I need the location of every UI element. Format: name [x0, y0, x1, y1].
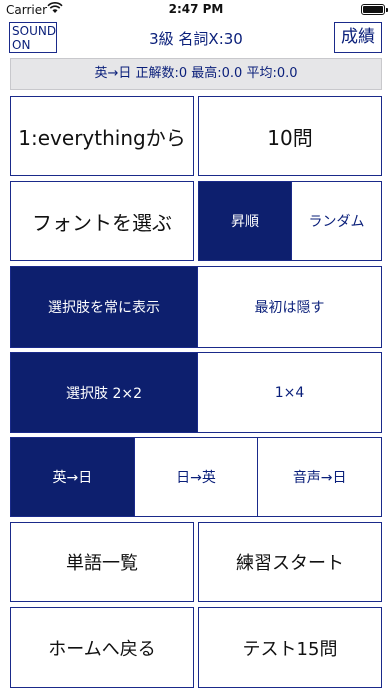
score-button[interactable]: 成績 [334, 22, 382, 53]
battery-icon [361, 4, 388, 15]
page-title: 3級 名詞X:30 [149, 30, 243, 48]
test-label: テスト15問 [242, 638, 338, 660]
question-count-button[interactable]: 10問 [198, 96, 382, 176]
start-from-label: 1:everythingから [18, 125, 186, 150]
choices-hide-first-option[interactable]: 最初は隠す [197, 267, 381, 347]
sound-label-line1: SOUND [12, 24, 57, 38]
choices-layout-toggle: 選択肢 2×2 1×4 [10, 352, 382, 433]
practice-start-label: 練習スタート [236, 553, 344, 574]
start-from-button[interactable]: 1:everythingから [10, 96, 194, 176]
clock: 2:47 PM [168, 2, 224, 16]
font-select-label: フォントを選ぶ [32, 210, 172, 235]
direction-en-ja-option[interactable]: 英→日 [11, 438, 134, 516]
direction-toggle: 英→日 日→英 音声→日 [10, 437, 382, 517]
home-label: ホームへ戻る [48, 638, 156, 660]
order-option-random[interactable]: ランダム [291, 182, 381, 260]
order-option-ascending[interactable]: 昇順 [199, 182, 291, 260]
direction-audio-ja-option[interactable]: 音声→日 [257, 438, 381, 516]
test-button[interactable]: テスト15問 [198, 607, 382, 688]
sound-label-line2: ON [12, 38, 31, 52]
home-button[interactable]: ホームへ戻る [10, 607, 194, 688]
layout-2x2-option[interactable]: 選択肢 2×2 [11, 353, 197, 432]
layout-1x4-option[interactable]: 1×4 [197, 353, 381, 432]
question-count-label: 10問 [267, 125, 313, 150]
sound-toggle-button[interactable]: SOUND ON [9, 22, 57, 53]
font-select-button[interactable]: フォントを選ぶ [10, 181, 194, 261]
status-bar: Carrier 2:47 PM [0, 0, 392, 20]
choices-visibility-toggle: 選択肢を常に表示 最初は隠す [10, 266, 382, 348]
word-list-button[interactable]: 単語一覧 [10, 522, 194, 602]
direction-ja-en-option[interactable]: 日→英 [133, 438, 258, 516]
choices-always-show-option[interactable]: 選択肢を常に表示 [11, 267, 197, 347]
order-toggle: 昇順 ランダム [198, 181, 382, 261]
word-list-label: 単語一覧 [66, 553, 138, 574]
practice-start-button[interactable]: 練習スタート [198, 522, 382, 602]
stats-bar: 英→日 正解数:0 最高:0.0 平均:0.0 [10, 58, 382, 90]
